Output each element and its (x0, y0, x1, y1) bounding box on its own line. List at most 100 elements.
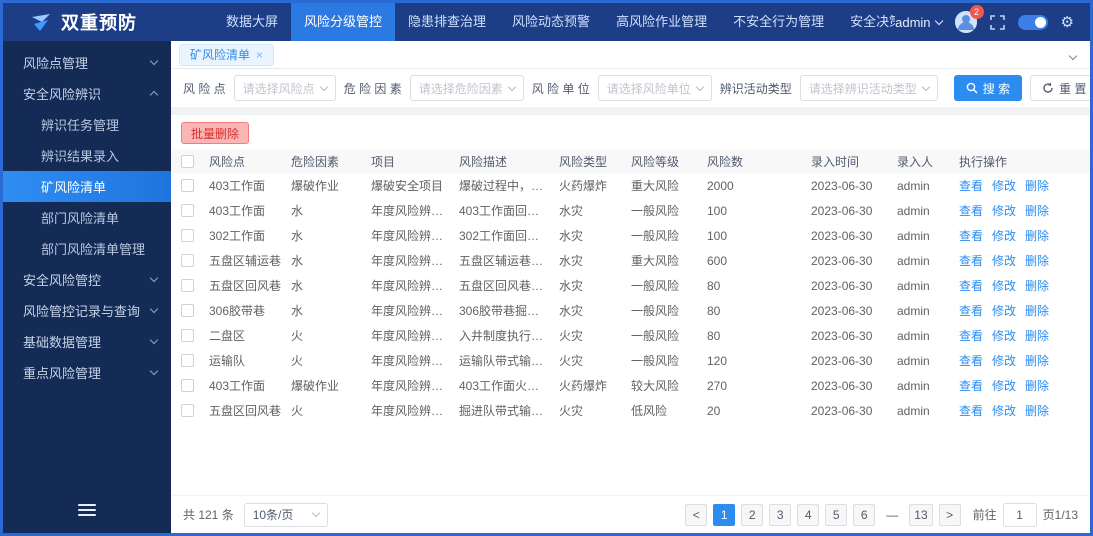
chevron-down-icon (921, 82, 931, 91)
tab-close-icon[interactable]: × (256, 49, 263, 61)
page-button-3[interactable]: 3 (769, 503, 792, 526)
filter-bar: 风 险 点 请选择风险点 危 险 因 素 请选择危险因素 风 险 单 位 请选择风险单位 辨… (171, 69, 1090, 107)
action-查看[interactable]: 查看 (959, 252, 983, 269)
action-删除[interactable]: 删除 (1025, 177, 1049, 194)
action-删除[interactable]: 删除 (1025, 377, 1049, 394)
sidebar-item-基础数据管理[interactable]: 基础数据管理 (3, 326, 171, 357)
page-size-select[interactable]: 10条/页 (243, 502, 328, 527)
action-修改[interactable]: 修改 (992, 402, 1016, 419)
action-查看[interactable]: 查看 (959, 377, 983, 394)
action-修改[interactable]: 修改 (992, 227, 1016, 244)
theme-toggle[interactable] (1017, 14, 1048, 30)
table-row: 二盘区 火 年度风险辨识评估...入井制度执行不到...火灾 一般风险 80 2023-0… (171, 323, 1090, 348)
filter-select-风险单位[interactable]: 请选择风险单位 (597, 75, 712, 101)
cell-factor: 水 (291, 204, 304, 218)
action-修改[interactable]: 修改 (992, 302, 1016, 319)
row-checkbox[interactable] (181, 279, 194, 292)
select-all-checkbox[interactable] (181, 154, 194, 168)
jump-page-input[interactable] (1002, 502, 1037, 527)
cell-project: 年度风险辨识评估... (371, 254, 459, 268)
sidebar-item-辨识结果录入[interactable]: 辨识结果录入 (3, 140, 171, 171)
chevron-up-icon (149, 90, 159, 100)
filter-select-风险点[interactable]: 请选择风险点 (233, 75, 336, 101)
filter-select-危险因素[interactable]: 请选择危险因素 (409, 75, 524, 101)
collapse-sidebar-button[interactable] (3, 493, 171, 527)
row-checkbox[interactable] (181, 304, 194, 317)
sidebar-item-部门风险清单[interactable]: 部门风险清单 (3, 202, 171, 233)
settings-gear-icon[interactable]: ⚙ (1061, 15, 1074, 30)
action-删除[interactable]: 删除 (1025, 302, 1049, 319)
page-button-5[interactable]: 5 (825, 503, 848, 526)
action-删除[interactable]: 删除 (1025, 277, 1049, 294)
nav-item-高风险作业管理[interactable]: 高风险作业管理 (603, 3, 720, 41)
chevron-down-icon (695, 82, 704, 91)
row-checkbox[interactable] (181, 179, 194, 192)
action-删除[interactable]: 删除 (1025, 327, 1049, 344)
chevron-down-icon (149, 56, 159, 66)
search-button[interactable]: 搜 索 (953, 75, 1023, 101)
nav-item-隐患排查治理[interactable]: 隐患排查治理 (395, 3, 499, 41)
row-checkbox[interactable] (181, 354, 194, 367)
action-修改[interactable]: 修改 (992, 202, 1016, 219)
nav-item-风险动态预警[interactable]: 风险动态预警 (499, 3, 603, 41)
action-查看[interactable]: 查看 (959, 402, 983, 419)
row-checkbox[interactable] (181, 329, 194, 342)
action-修改[interactable]: 修改 (992, 377, 1016, 394)
sidebar-item-风险点管理[interactable]: 风险点管理 (3, 47, 171, 78)
user-menu[interactable]: admin (895, 15, 943, 30)
action-删除[interactable]: 删除 (1025, 252, 1049, 269)
row-checkbox[interactable] (181, 379, 194, 392)
page-button-13[interactable]: 13 (909, 503, 933, 526)
page-button-2[interactable]: 2 (741, 503, 764, 526)
action-删除[interactable]: 删除 (1025, 227, 1049, 244)
row-checkbox[interactable] (181, 229, 194, 242)
action-删除[interactable]: 删除 (1025, 402, 1049, 419)
sidebar-item-辨识任务管理[interactable]: 辨识任务管理 (3, 109, 171, 140)
cell-project: 年度风险辨识评估... (371, 354, 459, 368)
avatar[interactable]: 2 (954, 5, 984, 33)
logo-text: 双重预防 (61, 13, 137, 33)
sidebar-item-安全风险管控[interactable]: 安全风险管控 (3, 264, 171, 295)
action-查看[interactable]: 查看 (959, 302, 983, 319)
action-查看[interactable]: 查看 (959, 352, 983, 369)
page-button-6[interactable]: 6 (853, 503, 876, 526)
action-删除[interactable]: 删除 (1025, 352, 1049, 369)
batch-delete-button[interactable]: 批量删除 (181, 122, 250, 144)
sidebar-item-重点风险管理[interactable]: 重点风险管理 (3, 357, 171, 388)
sidebar-item-部门风险清单管理[interactable]: 部门风险清单管理 (3, 233, 171, 264)
row-checkbox[interactable] (181, 204, 194, 217)
reset-button[interactable]: 重 置 (1030, 75, 1090, 101)
action-查看[interactable]: 查看 (959, 202, 983, 219)
tab-mine-risk-list[interactable]: 矿风险清单 × (179, 43, 275, 66)
action-修改[interactable]: 修改 (992, 352, 1016, 369)
tab-overflow-chevron[interactable] (1068, 46, 1078, 64)
page-button-1[interactable]: 1 (713, 503, 736, 526)
cell-time: 2023-06-30 (811, 303, 873, 318)
action-查看[interactable]: 查看 (959, 177, 983, 194)
row-checkbox[interactable] (181, 404, 194, 417)
nav-item-数据大屏[interactable]: 数据大屏 (213, 3, 291, 41)
action-查看[interactable]: 查看 (959, 227, 983, 244)
nav-item-风险分级管控[interactable]: 风险分级管控 (291, 3, 396, 41)
page-button-4[interactable]: 4 (797, 503, 820, 526)
cell-level: 低风险 (631, 404, 668, 418)
next-page-button[interactable]: > (938, 503, 961, 526)
row-checkbox[interactable] (181, 254, 194, 267)
filter-select-辨识活动类型[interactable]: 请选择辨识活动类型 (799, 75, 938, 101)
action-修改[interactable]: 修改 (992, 177, 1016, 194)
nav-item-安全决策分析[interactable]: 安全决策分析 (837, 3, 895, 41)
action-查看[interactable]: 查看 (959, 327, 983, 344)
action-删除[interactable]: 删除 (1025, 202, 1049, 219)
action-修改[interactable]: 修改 (992, 327, 1016, 344)
fullscreen-icon[interactable] (989, 14, 1005, 30)
table-row: 403工作面 水 年度风险辨识评估...403工作面回采期...水灾 一般风险 100 2… (171, 198, 1090, 223)
sidebar-item-风险管控记录与查询[interactable]: 风险管控记录与查询 (3, 295, 171, 326)
sidebar-item-矿风险清单[interactable]: 矿风险清单 (3, 171, 171, 202)
nav-item-不安全行为管理[interactable]: 不安全行为管理 (720, 3, 837, 41)
action-修改[interactable]: 修改 (992, 252, 1016, 269)
action-修改[interactable]: 修改 (992, 277, 1016, 294)
sidebar-item-安全风险辨识[interactable]: 安全风险辨识 (3, 78, 171, 109)
cell-type: 水灾 (559, 229, 584, 243)
prev-page-button[interactable]: < (685, 503, 708, 526)
action-查看[interactable]: 查看 (959, 277, 983, 294)
